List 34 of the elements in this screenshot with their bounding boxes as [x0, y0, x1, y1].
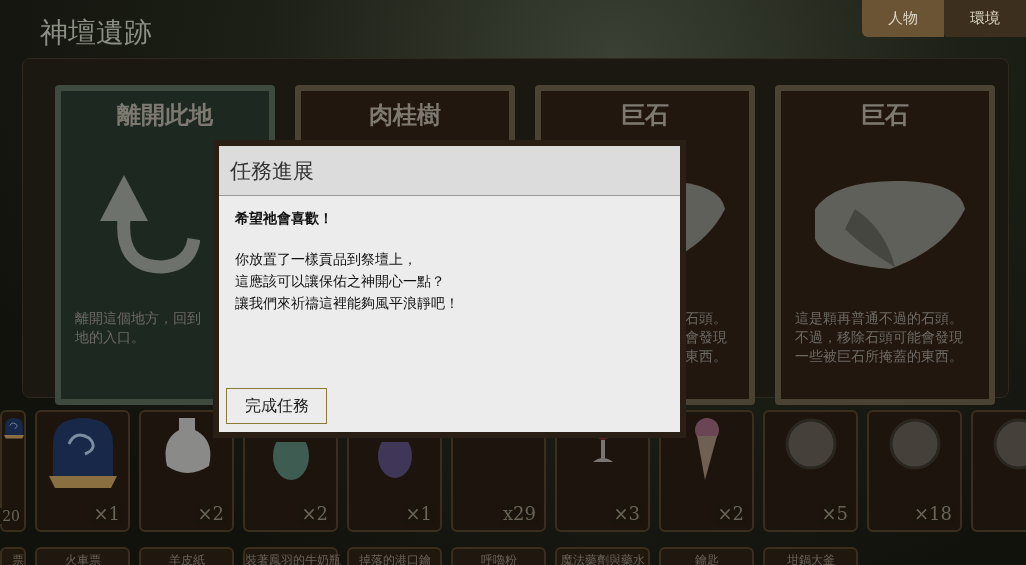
item-picture: [272, 442, 309, 480]
card-title: 離開此地: [117, 99, 213, 131]
category-tab[interactable]: 掉落的港口鑰: [347, 547, 442, 565]
category-tab[interactable]: 火車票: [35, 547, 130, 565]
location-card[interactable]: 巨石 這是顆再普通不過的石頭。 不過，移除石頭可能會發現 一些被巨石所掩蓋的東西。: [775, 85, 995, 405]
inventory-item[interactable]: ×5: [763, 410, 858, 532]
ticket-picture: [4, 418, 24, 439]
tab[interactable]: 環境: [944, 0, 1026, 37]
category-tab[interactable]: 呼嚕粉: [451, 547, 546, 565]
location-title: 神壇遺跡: [39, 16, 152, 50]
category-tab[interactable]: 魔法藥劑與藥水: [555, 547, 650, 565]
inventory-item[interactable]: 20: [0, 410, 26, 532]
category-tab[interactable]: 鑰匙: [659, 547, 754, 565]
card-description: 這是顆再普通不過的石頭。 不過，移除石頭可能會發現 一些被巨石所掩蓋的東西。: [794, 309, 964, 366]
category-tab[interactable]: 坩鍋大釜: [763, 547, 858, 565]
card-title: 巨石: [621, 99, 669, 131]
inventory-item[interactable]: ×2: [659, 410, 754, 532]
inventory-item[interactable]: ×2: [139, 410, 234, 532]
inventory-item[interactable]: ×18: [867, 410, 962, 532]
tab[interactable]: 人物: [862, 0, 944, 37]
card-description: 石頭。 會發現 東西。: [684, 309, 728, 366]
complete-button[interactable]: 完成任務: [226, 388, 327, 424]
category-tab[interactable]: 羊皮紙: [139, 547, 234, 565]
card-title: 肉桂樹: [369, 99, 441, 131]
item-count: 20: [0, 508, 22, 524]
card-description: 離開這個地方，回到 地的入口。: [74, 309, 202, 347]
category-tab[interactable]: 票: [0, 547, 26, 565]
inventory-item[interactable]: ×1: [35, 410, 130, 532]
coin-picture: [784, 418, 837, 470]
item-picture: [377, 442, 412, 478]
card-title: 巨石: [861, 99, 909, 131]
coin-picture: [888, 418, 941, 470]
ticket-picture: [48, 418, 117, 488]
item-picture: [694, 418, 719, 480]
